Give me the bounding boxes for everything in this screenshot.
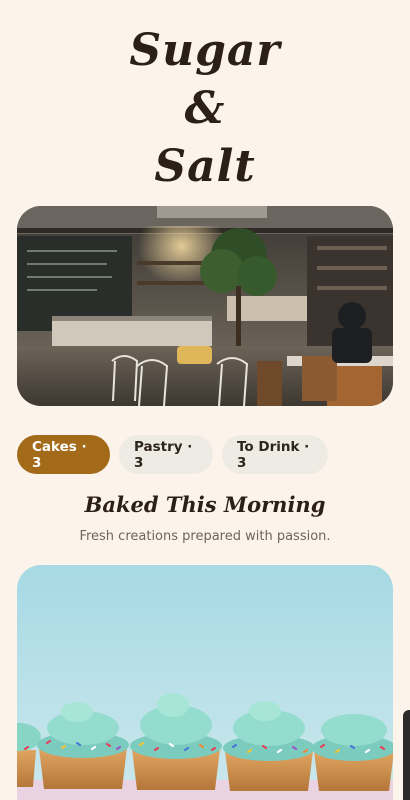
tab-pastry[interactable]: Pastry · 3 xyxy=(119,435,213,474)
brand-line-2: & xyxy=(184,83,226,134)
section-title: Baked This Morning xyxy=(84,492,326,517)
product-card-cupcakes[interactable] xyxy=(17,565,393,800)
brand-line-3: Salt xyxy=(154,141,256,192)
brand-logo: Sugar & Salt xyxy=(0,22,410,196)
category-tabs: Cakes · 3 Pastry · 3 To Drink · 3 xyxy=(17,435,328,474)
section-subtitle: Fresh creations prepared with passion. xyxy=(79,529,331,544)
cupcakes-photo xyxy=(17,565,393,800)
cafe-interior-photo xyxy=(17,206,393,406)
tab-cakes[interactable]: Cakes · 3 xyxy=(17,435,110,474)
tab-to-drink[interactable]: To Drink · 3 xyxy=(222,435,328,474)
brand-line-1: Sugar xyxy=(129,25,281,76)
app-screen: Sugar & Salt Cakes · 3 Pastry · 3 To Dri… xyxy=(0,0,410,800)
next-card-peek[interactable] xyxy=(403,710,410,800)
